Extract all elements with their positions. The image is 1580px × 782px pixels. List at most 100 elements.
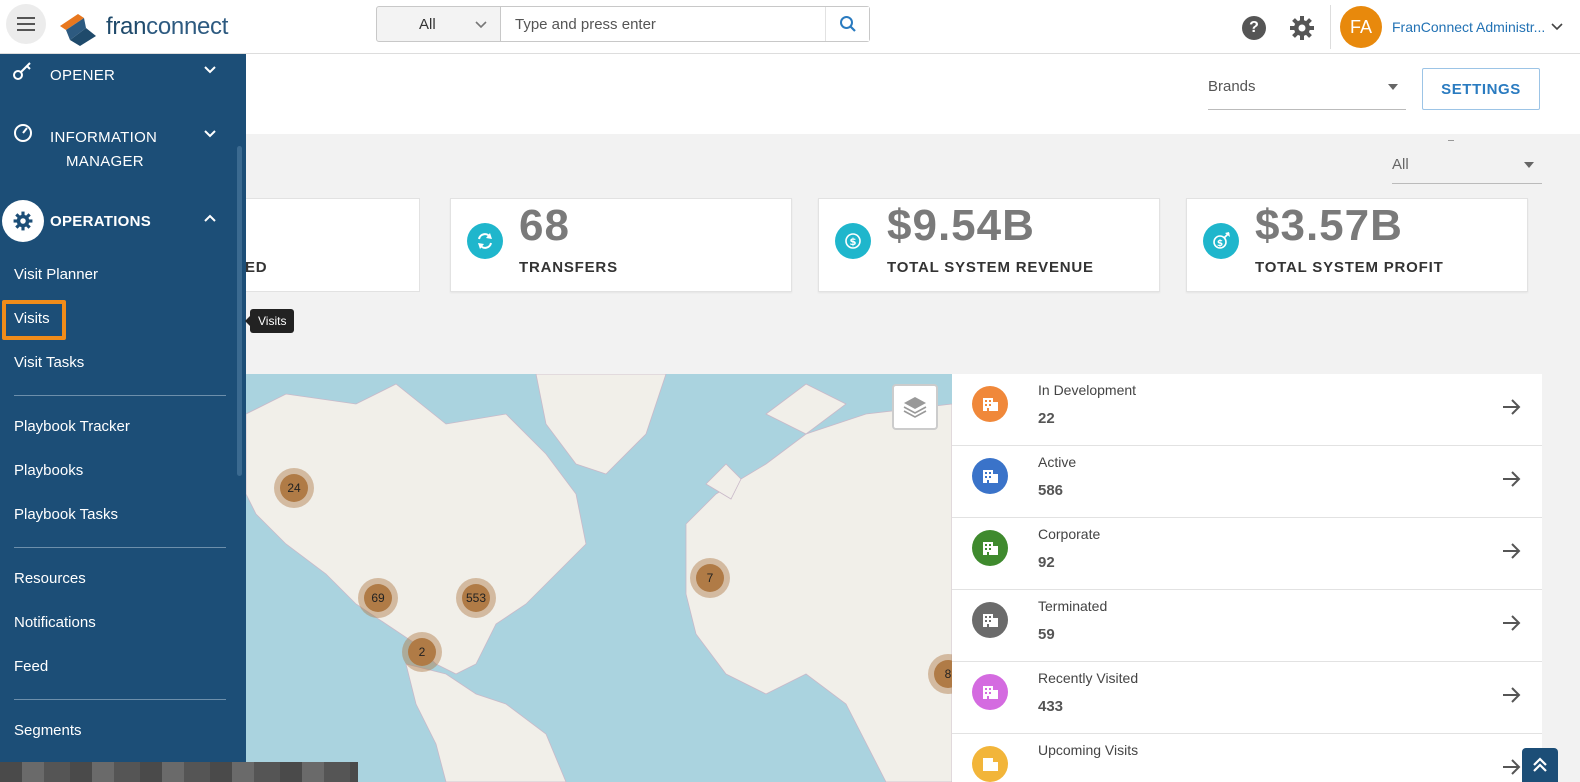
building-icon [972, 386, 1008, 422]
kpi-value: $9.54B [887, 201, 1035, 250]
location-status-list: In Development 22 Active 586 Corporate 9… [952, 374, 1542, 782]
caret-down-icon [1388, 84, 1398, 90]
double-chevron-up-icon [1533, 757, 1547, 772]
hamburger-menu-icon[interactable] [6, 4, 46, 44]
status-row-recently-visited[interactable]: Recently Visited 433 [952, 662, 1542, 734]
global-search: All Type and press enter [376, 6, 870, 42]
key-icon [13, 62, 31, 80]
sidebar-divider [14, 547, 226, 548]
topbar-divider [1330, 5, 1331, 49]
cluster-count: 7 [696, 564, 724, 592]
kpi-card-total-system-revenue: $ $9.54B TOTAL SYSTEM REVENUE [818, 198, 1160, 292]
layers-icon [903, 397, 927, 418]
arrow-right-icon[interactable] [1500, 612, 1522, 634]
sidebar-item-visit-tasks[interactable]: Visit Tasks [14, 354, 84, 371]
sidebar-item-visits[interactable]: Visits [14, 310, 50, 327]
cluster-count: 8 [934, 660, 952, 688]
help-icon[interactable]: ? [1242, 16, 1266, 40]
search-input[interactable]: Type and press enter [501, 7, 825, 41]
building-icon [972, 530, 1008, 566]
sidebar-item-segments[interactable]: Segments [14, 722, 82, 739]
kpi-caption: TOTAL SYSTEM REVENUE [887, 259, 1094, 276]
arrow-right-icon[interactable] [1500, 540, 1522, 562]
map-cluster-marker[interactable]: 2 [402, 632, 442, 672]
user-avatar[interactable]: FA [1340, 6, 1382, 48]
cluster-count: 69 [364, 584, 392, 612]
building-icon [972, 674, 1008, 710]
sidebar-divider [14, 395, 226, 396]
sidebar-item-playbook-tracker[interactable]: Playbook Tracker [14, 418, 130, 435]
arrow-right-icon[interactable] [1500, 684, 1522, 706]
sidebar-item-resources[interactable]: Resources [14, 570, 86, 587]
status-label: Corporate [1038, 526, 1101, 542]
sidebar-item-playbooks[interactable]: Playbooks [14, 462, 83, 479]
kpi-caption: TOTAL SYSTEM PROFIT [1255, 259, 1444, 276]
scroll-to-top-button[interactable] [1522, 748, 1558, 782]
franconnect-logo[interactable]: franconnect [56, 6, 228, 48]
status-label: Active [1038, 454, 1077, 470]
map-cluster-marker[interactable]: 553 [456, 578, 496, 618]
status-count: 586 [1038, 482, 1064, 499]
sidebar-group-opener[interactable]: OPENER [0, 58, 246, 88]
sidebar-item-feed[interactable]: Feed [14, 658, 48, 675]
gauge-icon [14, 124, 32, 142]
status-label: In Development [1038, 382, 1137, 398]
search-scope-select[interactable]: All [377, 7, 501, 41]
sidebar-group-operations[interactable]: OPERATIONS [0, 200, 246, 242]
building-icon [972, 602, 1008, 638]
status-row-active[interactable]: Active 586 [952, 446, 1542, 518]
sidebar-item-playbook-tasks[interactable]: Playbook Tasks [14, 506, 118, 523]
cluster-count: 553 [462, 584, 490, 612]
status-count: 59 [1038, 626, 1055, 643]
arrow-right-icon[interactable] [1500, 396, 1522, 418]
sidebar-item-notifications[interactable]: Notifications [14, 614, 96, 631]
user-menu-chevron-icon[interactable] [1550, 20, 1564, 34]
status-row-corporate[interactable]: Corporate 92 [952, 518, 1542, 590]
svg-text:$: $ [850, 237, 857, 248]
status-count: 433 [1038, 698, 1064, 715]
kpi-value: $3.57B [1255, 201, 1403, 250]
status-row-in-development[interactable]: In Development 22 [952, 374, 1542, 446]
brands-dropdown-label: Brands [1208, 78, 1256, 95]
chevron-down-icon [204, 66, 216, 74]
locations-map[interactable]: 24 69 553 2 7 8 [246, 374, 952, 782]
sidebar-scrollbar[interactable] [237, 146, 242, 476]
dollar-icon: $ [835, 223, 871, 259]
status-row-terminated[interactable]: Terminated 59 [952, 590, 1542, 662]
arrow-right-icon[interactable] [1500, 756, 1522, 778]
sidebar-item-visit-planner[interactable]: Visit Planner [14, 266, 98, 283]
status-count: 92 [1038, 554, 1055, 571]
brands-dropdown[interactable]: Brands [1208, 76, 1406, 110]
settings-button[interactable]: SETTINGS [1422, 68, 1540, 110]
map-cluster-marker[interactable]: 7 [690, 558, 730, 598]
chevron-down-icon [475, 21, 487, 29]
kpi-card-partial: ED [245, 198, 420, 292]
kpi-card-total-system-profit: $ $3.57B TOTAL SYSTEM PROFIT [1186, 198, 1528, 292]
map-cluster-marker[interactable]: 24 [274, 468, 314, 508]
status-label: Recently Visited [1038, 670, 1139, 686]
user-name[interactable]: FranConnect Administr... [1392, 19, 1545, 35]
status-row-upcoming-visits[interactable]: Upcoming Visits [952, 734, 1542, 782]
status-label: Terminated [1038, 598, 1108, 614]
svg-text:$: $ [1217, 239, 1223, 249]
sidebar-group-label: OPENER [50, 67, 116, 84]
arrow-right-icon[interactable] [1500, 468, 1522, 490]
map-layers-button[interactable] [892, 384, 938, 430]
filter-dropdown[interactable]: All [1392, 150, 1542, 184]
filter-dropdown-value: All [1392, 156, 1409, 173]
status-label: Upcoming Visits [1038, 742, 1139, 758]
search-scope-value: All [419, 15, 436, 33]
search-button[interactable] [825, 7, 869, 41]
gear-icon [13, 211, 33, 231]
sidebar-group-label-line1: INFORMATION [50, 129, 158, 146]
redacted-area [0, 762, 358, 782]
world-map-landmass [246, 374, 952, 782]
settings-gear-icon[interactable] [1288, 14, 1316, 42]
search-icon [839, 16, 856, 32]
sidebar-group-information-manager[interactable]: INFORMATION MANAGER [0, 120, 246, 170]
kpi-card-transfers: 68 TRANSFERS [450, 198, 792, 292]
kpi-caption: ED [245, 259, 268, 276]
chevron-up-icon [204, 214, 216, 222]
sidebar-group-label-line2: MANAGER [66, 153, 144, 170]
map-cluster-marker[interactable]: 69 [358, 578, 398, 618]
